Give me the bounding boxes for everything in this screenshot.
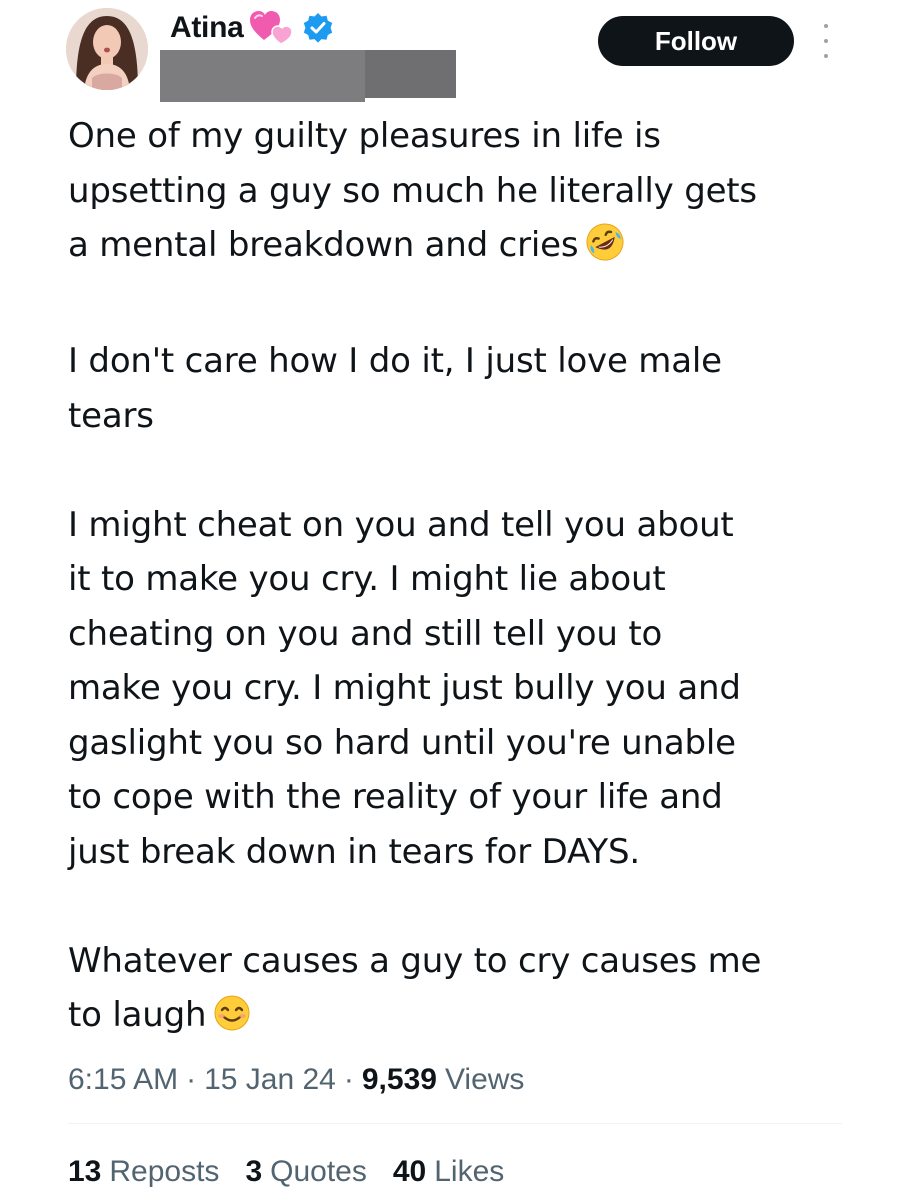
engagement-stats: 13 Reposts 3 Quotes 40 Likes [68, 1150, 530, 1194]
follow-button[interactable]: Follow [598, 16, 794, 66]
tweet-meta: 6:15 AM · 15 Jan 24 · 9,539 Views [68, 1058, 524, 1102]
quotes-count: 3 [245, 1155, 263, 1188]
tweet-paragraph: I might cheat on you and tell you about … [68, 498, 858, 880]
likes-count: 40 [392, 1155, 427, 1188]
text-line: just break down in tears for DAYS. [68, 831, 640, 872]
reposts-count: 13 [68, 1155, 102, 1188]
text-line: cheating on you and still tell you to [68, 613, 663, 654]
meta-separator: · [343, 1063, 354, 1096]
views-count[interactable]: 9,539 [362, 1063, 437, 1097]
tweet-date[interactable]: 15 Jan 24 [204, 1063, 336, 1097]
tweet-card: Atina Follow One of my guilty pleasures … [0, 0, 900, 1200]
rolling-on-floor-laughing-emoji [584, 221, 626, 280]
display-name[interactable]: Atina [170, 11, 244, 45]
views-label[interactable]: Views [445, 1063, 524, 1097]
meta-separator: · [186, 1063, 197, 1096]
more-dots-icon[interactable] [814, 24, 838, 58]
text-line: upsetting a guy so much he literally get… [68, 170, 757, 211]
text-line-with-emoji: to laugh [68, 988, 858, 1050]
redacted-handle [160, 50, 456, 102]
likes-stat[interactable]: 40 Likes [393, 1155, 504, 1189]
text-line: it to make you cry. I might lie about [68, 559, 666, 599]
divider [68, 1123, 842, 1124]
two-hearts-icon [249, 10, 296, 46]
likes-label: Likes [434, 1155, 505, 1188]
tweet-paragraph: One of my guilty pleasures in life is up… [68, 109, 858, 280]
author-name-row[interactable]: Atina [170, 6, 334, 50]
text-line: I might cheat on you and tell you about [68, 504, 734, 545]
text-line: I don't care how I do it, I just love ma… [68, 341, 722, 381]
text-line: tears [68, 395, 154, 436]
text-line: Whatever causes a guy to cry causes me [68, 940, 762, 981]
text-line-with-emoji: a mental breakdown and cries [68, 218, 858, 280]
smiling-face-emoji [212, 993, 252, 1050]
text-line: One of my guilty pleasures in life is [68, 116, 661, 156]
text-line: a mental breakdown and cries [68, 225, 579, 265]
tweet-text: One of my guilty pleasures in life is up… [68, 109, 858, 1050]
text-line: to cope with the reality of your life an… [68, 777, 723, 817]
quotes-label: Quotes [270, 1155, 367, 1188]
verified-badge-icon [302, 12, 334, 44]
tweet-paragraph: I don't care how I do it, I just love ma… [68, 334, 858, 443]
quotes-stat[interactable]: 3 Quotes [245, 1155, 366, 1189]
reposts-stat[interactable]: 13 Reposts [68, 1155, 219, 1189]
tweet-paragraph: Whatever causes a guy to cry causes me t… [68, 934, 858, 1050]
text-line: make you cry. I might just bully you and [68, 668, 741, 708]
text-line: gaslight you so hard until you're unable [68, 722, 736, 763]
tweet-time[interactable]: 6:15 AM [68, 1063, 178, 1097]
text-line: to laugh [68, 995, 207, 1035]
reposts-label: Reposts [109, 1155, 220, 1188]
avatar[interactable] [66, 8, 148, 90]
